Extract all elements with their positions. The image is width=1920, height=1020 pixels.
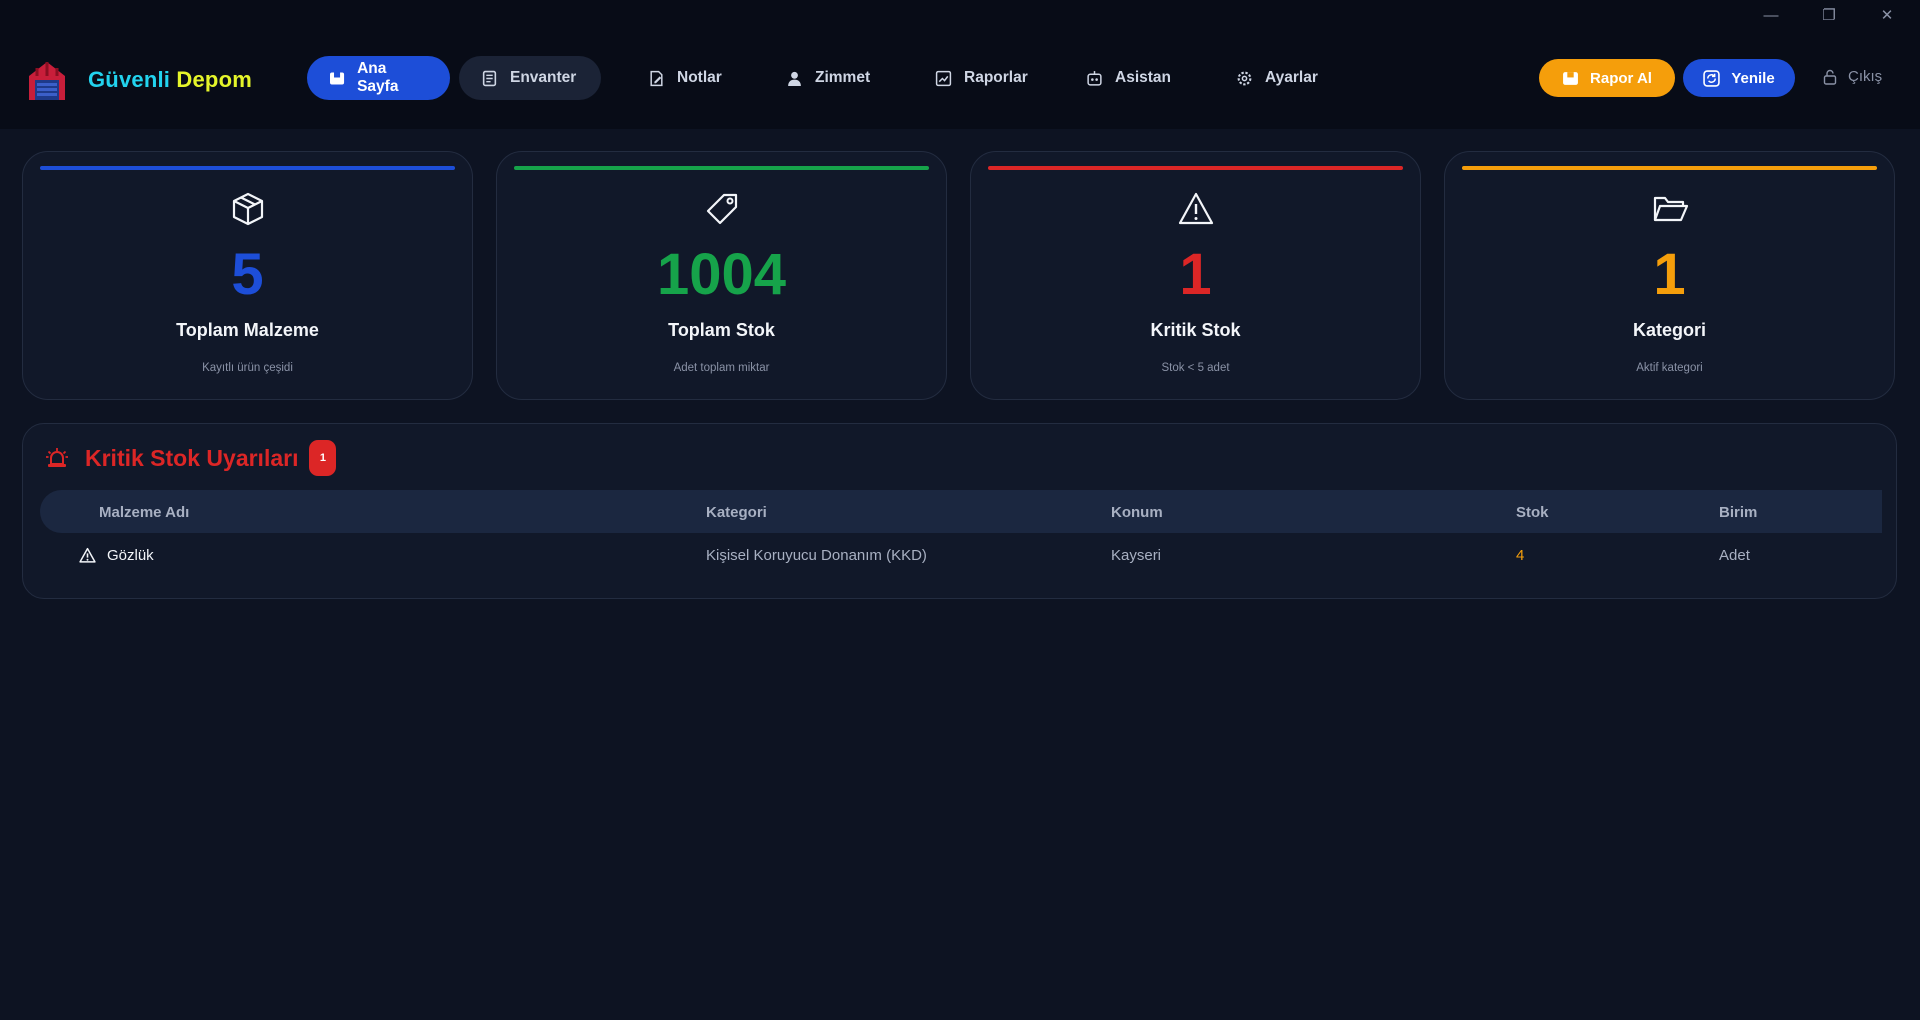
warehouse-logo-icon	[29, 62, 65, 100]
brand-name-part1: Güvenli	[88, 67, 171, 92]
nav-home-label: Ana Sayfa	[357, 60, 399, 95]
nav-inventory-label: Envanter	[510, 69, 577, 86]
gear-icon	[1237, 71, 1252, 85]
stat-value: 1004	[656, 242, 787, 307]
nav-notes-tab[interactable]: Notlar	[626, 56, 744, 100]
maximize-button[interactable]: ❐	[1800, 0, 1858, 30]
alert-count-badge: 1	[309, 440, 337, 476]
cell-name: Gözlük	[79, 547, 154, 564]
material-name: Gözlük	[107, 547, 154, 564]
brand-name: Güvenli Depom	[88, 67, 252, 93]
stat-label: Toplam Stok	[668, 320, 775, 340]
column-header-name[interactable]: Malzeme Adı	[99, 504, 189, 521]
logout-label: Çıkış	[1848, 68, 1883, 85]
chart-icon	[935, 70, 952, 86]
column-header-unit[interactable]: Birim	[1719, 504, 1757, 521]
nav-reports-tab[interactable]: Raporlar	[913, 56, 1050, 100]
window-titlebar: — ❐ ✕	[0, 0, 1920, 32]
nav-assignment-tab[interactable]: Zimmet	[764, 56, 892, 100]
stat-subtitle: Adet toplam miktar	[673, 362, 770, 374]
refresh-button[interactable]: Yenile	[1683, 59, 1795, 97]
siren-icon	[46, 448, 68, 467]
home-box-icon	[330, 71, 345, 85]
note-edit-icon	[650, 70, 663, 86]
nav-inventory-tab[interactable]: Envanter	[459, 56, 601, 100]
logout-button[interactable]: Çıkış	[1822, 68, 1882, 85]
top-header: Güvenli Depom Ana Sayfa Envanter Notlar …	[0, 32, 1920, 129]
card-accent-bar	[40, 166, 455, 170]
nav-settings-label: Ayarlar	[1265, 69, 1318, 86]
nav-notes-label: Notlar	[677, 69, 722, 86]
nav-assignment-label: Zimmet	[815, 69, 871, 86]
card-accent-bar	[1462, 166, 1877, 170]
table-row[interactable]: Gözlük Kişisel Koruyucu Donanım (KKD) Ka…	[40, 536, 1882, 576]
refresh-button-label: Yenile	[1731, 69, 1775, 87]
column-header-category[interactable]: Kategori	[706, 504, 767, 521]
stat-value: 1	[1653, 242, 1686, 307]
box-icon	[232, 192, 263, 226]
refresh-icon	[1703, 69, 1721, 87]
stat-card-critical-stock: 1 Kritik Stok Stok < 5 adet	[970, 151, 1421, 400]
cell-unit: Adet	[1719, 547, 1750, 564]
stat-value: 1	[1179, 242, 1212, 307]
critical-stock-panel: Kritik Stok Uyarıları 1 Malzeme Adı Kate…	[22, 423, 1897, 599]
unlock-icon	[1823, 69, 1837, 85]
stat-card-total-materials: 5 Toplam Malzeme Kayıtlı ürün çeşidi	[22, 151, 473, 400]
stat-subtitle: Aktif kategori	[1636, 362, 1703, 374]
nav-reports-label: Raporlar	[964, 69, 1028, 86]
card-accent-bar	[514, 166, 929, 170]
nav-settings-tab[interactable]: Ayarlar	[1214, 56, 1340, 100]
cell-location: Kayseri	[1111, 547, 1162, 564]
report-box-icon	[1563, 71, 1578, 85]
panel-title: Kritik Stok Uyarıları	[85, 444, 299, 471]
stat-label: Toplam Malzeme	[176, 320, 319, 340]
report-button-label: Rapor Al	[1590, 69, 1652, 87]
brand-name-part2: Depom	[176, 67, 252, 92]
stat-subtitle: Stok < 5 adet	[1161, 362, 1230, 374]
brand: Güvenli Depom	[26, 58, 252, 102]
stat-label: Kategori	[1632, 320, 1706, 340]
cell-category: Kişisel Koruyucu Donanım (KKD)	[706, 547, 927, 564]
panel-header: Kritik Stok Uyarıları 1	[45, 440, 337, 476]
tag-icon	[706, 193, 737, 225]
report-button[interactable]: Rapor Al	[1539, 59, 1675, 97]
user-icon	[788, 71, 801, 86]
stat-label: Kritik Stok	[1150, 320, 1241, 340]
nav-assistant-label: Asistan	[1115, 69, 1171, 86]
column-header-stock[interactable]: Stok	[1516, 504, 1549, 521]
stat-subtitle: Kayıtlı ürün çeşidi	[202, 362, 293, 374]
close-button[interactable]: ✕	[1858, 0, 1916, 30]
warning-small-icon	[79, 547, 96, 563]
stat-card-total-stock: 1004 Toplam Stok Adet toplam miktar	[496, 151, 947, 400]
column-header-location[interactable]: Konum	[1111, 504, 1163, 521]
clipboard-icon	[482, 70, 497, 86]
cell-stock: 4	[1516, 547, 1525, 564]
robot-icon	[1087, 70, 1102, 86]
stat-value: 5	[231, 242, 264, 307]
nav-assistant-tab[interactable]: Asistan	[1064, 56, 1193, 100]
warning-icon	[1178, 192, 1213, 225]
stat-card-category: 1 Kategori Aktif kategori	[1444, 151, 1895, 400]
card-accent-bar	[988, 166, 1403, 170]
minimize-button[interactable]: —	[1742, 0, 1800, 30]
folder-icon	[1653, 196, 1688, 222]
nav-home-tab[interactable]: Ana Sayfa	[307, 56, 450, 100]
table-header: Malzeme Adı Kategori Konum Stok Birim	[40, 490, 1882, 533]
